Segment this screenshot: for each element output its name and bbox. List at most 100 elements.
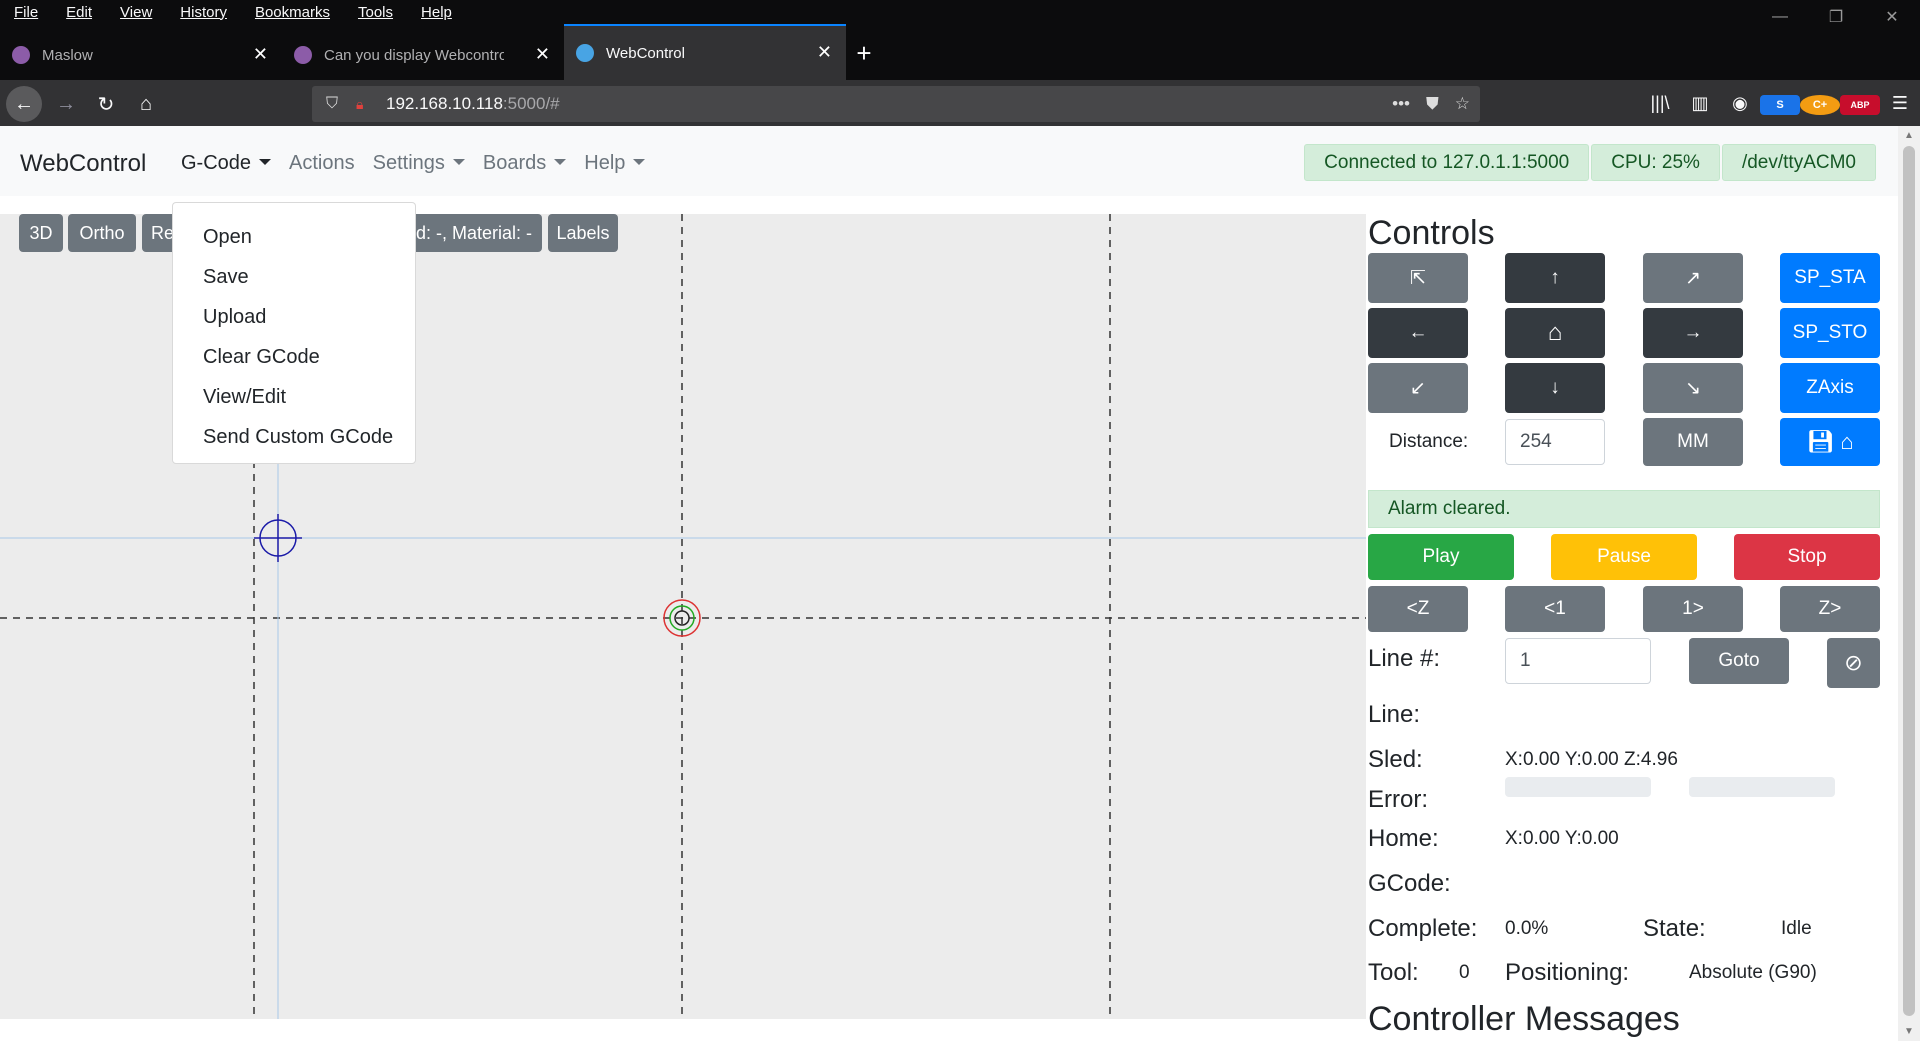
ext-c-icon[interactable]: C+ bbox=[1800, 92, 1840, 115]
gcode-menu-upload[interactable]: Upload bbox=[173, 297, 415, 337]
board-info-button[interactable]: rd: -, Material: - bbox=[404, 214, 542, 252]
sidebar-icon[interactable]: ▥ bbox=[1680, 93, 1720, 114]
scroll-up-icon[interactable]: ▲ bbox=[1898, 130, 1920, 141]
arrow-up-right-icon: ↗ bbox=[1685, 267, 1701, 289]
scroll-down-icon[interactable]: ▼ bbox=[1898, 1026, 1920, 1037]
maslow-favicon-icon bbox=[12, 46, 30, 64]
nav-settings[interactable]: Settings bbox=[373, 152, 465, 175]
home-icon: ⌂ bbox=[1840, 429, 1854, 454]
labels-button[interactable]: Labels bbox=[548, 214, 618, 252]
move-left-button[interactable]: ← bbox=[1368, 308, 1468, 358]
url-host: 192.168.10.118 bbox=[386, 94, 503, 113]
z-forward-button[interactable]: Z> bbox=[1780, 586, 1880, 632]
gcode-menu-save[interactable]: Save bbox=[173, 257, 415, 297]
insecure-lock-icon[interactable]: 🔒︎ bbox=[356, 96, 374, 113]
nav-boards[interactable]: Boards bbox=[483, 152, 566, 175]
library-icon[interactable]: |||\ bbox=[1640, 93, 1680, 114]
close-tab-icon[interactable]: ✕ bbox=[535, 44, 550, 65]
pocket-icon[interactable]: ⛊ bbox=[1426, 94, 1439, 114]
move-up-left-button[interactable]: ⇱ bbox=[1368, 253, 1468, 303]
tool-value: 0 bbox=[1459, 962, 1470, 983]
tab-webcontrol[interactable]: WebControl ✕ bbox=[564, 24, 846, 82]
arrow-up-left-icon: ⇱ bbox=[1410, 267, 1426, 289]
shield-icon[interactable]: ⛉ bbox=[326, 95, 346, 113]
account-icon[interactable]: ◉ bbox=[1720, 93, 1760, 114]
line-number-input[interactable]: 1 bbox=[1505, 638, 1651, 684]
spindle-stop-button[interactable]: SP_STO bbox=[1780, 308, 1880, 358]
line-back-button[interactable]: <1 bbox=[1505, 586, 1605, 632]
close-tab-icon[interactable]: ✕ bbox=[817, 42, 832, 63]
move-up-button[interactable]: ↑ bbox=[1505, 253, 1605, 303]
reload-icon[interactable]: ↻ bbox=[88, 86, 124, 122]
goto-button[interactable]: Goto bbox=[1689, 638, 1789, 684]
connection-status: Connected to 127.0.1.1:5000 bbox=[1304, 144, 1590, 181]
url-bar[interactable]: ⛉ 🔒︎ 192.168.10.118:5000/# ••• ⛊ ☆ bbox=[312, 86, 1480, 122]
move-down-left-button[interactable]: ↙ bbox=[1368, 363, 1468, 413]
alarm-status-alert: Alarm cleared. bbox=[1368, 490, 1880, 528]
new-tab-plus-icon[interactable]: + bbox=[846, 24, 882, 82]
view-ortho-button[interactable]: Ortho bbox=[68, 214, 136, 252]
error-progress-right bbox=[1689, 777, 1835, 797]
distance-label: Distance: bbox=[1389, 431, 1469, 452]
units-button[interactable]: MM bbox=[1643, 418, 1743, 466]
brand[interactable]: WebControl bbox=[20, 150, 146, 178]
line-number-label: Line #: bbox=[1368, 645, 1441, 672]
gcode-menu-clear[interactable]: Clear GCode bbox=[173, 337, 415, 377]
line-forward-button[interactable]: 1> bbox=[1643, 586, 1743, 632]
sled-label: Sled: bbox=[1368, 746, 1423, 773]
stop-button[interactable]: Stop bbox=[1734, 534, 1880, 580]
arrow-down-icon: ↓ bbox=[1550, 377, 1560, 398]
gcode-menu-open[interactable]: Open bbox=[173, 217, 415, 257]
move-down-button[interactable]: ↓ bbox=[1505, 363, 1605, 413]
nav-actions[interactable]: Actions bbox=[289, 152, 355, 175]
zaxis-button[interactable]: ZAxis bbox=[1780, 363, 1880, 413]
close-tab-icon[interactable]: ✕ bbox=[253, 44, 268, 65]
gcode-menu-send-custom[interactable]: Send Custom GCode bbox=[173, 417, 415, 457]
home-icon[interactable]: ⌂ bbox=[128, 86, 164, 122]
controller-messages-title: Controller Messages bbox=[1368, 1000, 1680, 1038]
move-home-button[interactable]: ⌂ bbox=[1505, 308, 1605, 358]
pause-button[interactable]: Pause bbox=[1551, 534, 1697, 580]
ext-c-label: C+ bbox=[1800, 94, 1840, 115]
move-down-right-button[interactable]: ↘ bbox=[1643, 363, 1743, 413]
z-back-button[interactable]: <Z bbox=[1368, 586, 1468, 632]
tab-forum[interactable]: Can you display Webcontrol sc ✕ bbox=[282, 24, 564, 86]
controls-title: Controls bbox=[1368, 214, 1495, 252]
spindle-start-button[interactable]: SP_STA bbox=[1780, 253, 1880, 303]
nav-help[interactable]: Help bbox=[584, 152, 645, 175]
forward-arrow-icon[interactable]: → bbox=[48, 86, 84, 122]
tab-title: Can you display Webcontrol sc bbox=[324, 46, 504, 64]
close-window-icon[interactable]: ✕ bbox=[1864, 0, 1920, 34]
tool-label: Tool: bbox=[1368, 959, 1419, 986]
play-button[interactable]: Play bbox=[1368, 534, 1514, 580]
more-actions-icon[interactable]: ••• bbox=[1392, 94, 1410, 114]
url-port-path: :5000/# bbox=[502, 94, 560, 113]
webcontrol-favicon-icon bbox=[576, 44, 594, 62]
back-arrow-icon[interactable]: ← bbox=[6, 86, 42, 122]
move-right-button[interactable]: → bbox=[1643, 308, 1743, 358]
camera-off-icon: ⊘ bbox=[1844, 650, 1863, 675]
browser-navbar: ← → ↻ ⌂ ⛉ 🔒︎ 192.168.10.118:5000/# ••• ⛊… bbox=[0, 80, 1920, 126]
arrow-left-icon: ← bbox=[1408, 322, 1428, 343]
arrow-down-right-icon: ↘ bbox=[1685, 377, 1701, 399]
minimize-icon[interactable]: — bbox=[1752, 0, 1808, 34]
page-scrollbar[interactable]: ▲ ▼ bbox=[1898, 126, 1920, 1041]
distance-input[interactable]: 254 bbox=[1505, 419, 1605, 465]
ext-s-icon[interactable]: S bbox=[1760, 92, 1800, 115]
adblock-icon[interactable]: ABP bbox=[1840, 92, 1880, 115]
hamburger-menu-icon[interactable]: ☰ bbox=[1880, 93, 1920, 114]
gcode-menu-view-edit[interactable]: View/Edit bbox=[173, 377, 415, 417]
restore-icon[interactable]: ❐ bbox=[1808, 0, 1864, 34]
nav-gcode[interactable]: G-Code bbox=[181, 152, 271, 175]
view-3d-button[interactable]: 3D bbox=[19, 214, 63, 252]
bookmark-star-icon[interactable]: ☆ bbox=[1455, 94, 1470, 114]
save-home-button[interactable]: 💾︎ ⌂ bbox=[1780, 418, 1880, 466]
window-controls: — ❐ ✕ bbox=[1752, 0, 1920, 34]
scrollbar-thumb[interactable] bbox=[1903, 146, 1915, 1016]
sled-value: X:0.00 Y:0.00 Z:4.96 bbox=[1505, 749, 1678, 770]
move-up-right-button[interactable]: ↗ bbox=[1643, 253, 1743, 303]
arrow-down-left-icon: ↙ bbox=[1410, 377, 1426, 399]
cpu-status: CPU: 25% bbox=[1591, 144, 1720, 181]
camera-button[interactable]: ⊘ bbox=[1827, 638, 1880, 688]
tab-maslow[interactable]: Maslow ✕ bbox=[0, 24, 282, 86]
